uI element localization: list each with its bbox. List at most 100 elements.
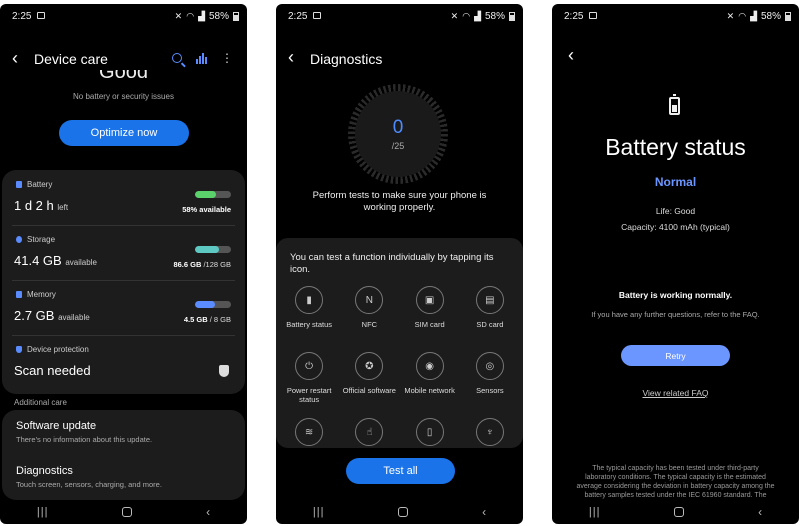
back-arrow-icon[interactable]: ‹: [12, 48, 18, 69]
protection-label: Device protection: [27, 345, 89, 354]
tests-grid: ▮ Battery status N NFC ▣ SIM card ▤ SD card ⏻ Pow…: [279, 286, 520, 448]
navigation-bar: ||| ‹: [0, 500, 247, 524]
battery-icon: [16, 181, 22, 188]
capacity-footnote: The typical capacity has been tested und…: [576, 465, 775, 499]
navigation-bar: ||| ‹: [276, 500, 523, 524]
power-icon: ⏻: [295, 352, 324, 380]
protection-status: Scan needed: [14, 363, 91, 378]
battery-working-message: Battery is working normally.: [618, 290, 733, 300]
battery-status-screen: 2:25 ✕ ◠ ▟ 58% ‹ Battery status Normal L…: [552, 4, 799, 524]
storage-item[interactable]: Storage 41.4 GB available 86.6 GB /128 G…: [2, 225, 245, 280]
test-item[interactable]: ◎ Sensors: [460, 352, 520, 412]
optimize-now-button[interactable]: Optimize now: [59, 120, 189, 146]
back-arrow-icon[interactable]: ‹: [288, 47, 294, 68]
test-item[interactable]: ☝: [339, 418, 399, 448]
status-battery-percent: 58%: [484, 11, 505, 22]
status-battery-icon: [785, 12, 791, 21]
storage-total: /128 GB: [203, 260, 231, 269]
device-protection-item[interactable]: Device protection Scan needed: [2, 335, 245, 390]
test-item[interactable]: ♆: [460, 418, 520, 448]
mute-icon: ✕: [726, 11, 735, 21]
antenna-icon: ◉: [415, 352, 444, 380]
test-item[interactable]: ✪ Official software: [339, 352, 399, 412]
tests-total: /25: [391, 141, 405, 151]
storage-level-bar: [195, 246, 231, 253]
storage-level-fill: [195, 246, 220, 253]
search-icon[interactable]: [172, 53, 182, 63]
image-notification-icon: [589, 12, 597, 19]
flashlight-icon: ♆: [475, 418, 504, 446]
test-label: Battery status: [286, 320, 333, 329]
page-title: Battery status: [605, 134, 746, 160]
software-update-subtitle: There's no information about this update…: [16, 435, 153, 444]
recent-apps-icon[interactable]: |||: [37, 506, 49, 518]
app-bar: ‹ Device care ⋮: [12, 48, 237, 69]
status-bar: 2:25 ✕ ◠ ▟ 58%: [552, 4, 799, 26]
diagnostics-item[interactable]: Diagnostics Touch screen, sensors, charg…: [16, 465, 162, 489]
status-battery-icon: [509, 12, 515, 21]
test-label: SIM card: [414, 320, 445, 329]
device-care-screen: 2:25 ✕ ◠ ▟ 58% ‹ Device care ⋮ Good No b…: [0, 4, 247, 524]
home-icon[interactable]: [674, 507, 685, 517]
back-icon[interactable]: ‹: [206, 505, 210, 519]
battery-available-text: 58% available: [182, 205, 231, 214]
test-item[interactable]: ▯: [400, 418, 460, 448]
stats-icon[interactable]: [196, 52, 207, 64]
signal-icon: ▟: [474, 11, 481, 21]
mute-icon: ✕: [174, 11, 183, 21]
image-notification-icon: [313, 12, 321, 19]
nfc-icon: N: [355, 286, 384, 314]
additional-care-card: Software update There's no information a…: [2, 410, 245, 500]
badge-icon: ✪: [355, 352, 384, 380]
diagnostics-subtitle: Touch screen, sensors, charging, and mor…: [16, 480, 162, 489]
test-label: SD card: [476, 320, 504, 329]
status-battery-percent: 58%: [208, 11, 229, 22]
vibration-icon: ≋: [295, 418, 324, 446]
test-item[interactable]: ◉ Mobile network: [400, 352, 460, 412]
test-item[interactable]: ≋: [279, 418, 339, 448]
diagnostics-description: Perform tests to make sure your phone is…: [312, 190, 487, 213]
back-icon[interactable]: ‹: [482, 505, 486, 519]
status-battery-icon: [233, 12, 239, 21]
home-icon[interactable]: [398, 507, 409, 517]
memory-used: 4.5 GB: [183, 315, 208, 324]
storage-available: 41.4 GB: [14, 253, 62, 268]
memory-level-fill: [195, 301, 216, 308]
wifi-icon: ◠: [462, 11, 471, 21]
test-item[interactable]: ▮ Battery status: [279, 286, 339, 346]
more-options-icon[interactable]: ⋮: [221, 51, 233, 65]
back-arrow-icon[interactable]: ‹: [568, 45, 574, 66]
progress-ring: 0 /25: [348, 84, 448, 184]
battery-unit: left: [57, 203, 69, 212]
battery-item[interactable]: Battery 1 d 2 h left 58% available: [2, 170, 245, 225]
test-item[interactable]: ⏻ Power restart status: [279, 352, 339, 412]
test-item[interactable]: ▤ SD card: [460, 286, 520, 346]
test-label: Mobile network: [404, 386, 455, 395]
view-faq-link[interactable]: View related FAQ: [552, 388, 799, 398]
signal-icon: ▟: [750, 11, 757, 21]
recent-apps-icon[interactable]: |||: [313, 506, 325, 518]
test-all-button[interactable]: Test all: [346, 458, 455, 484]
recent-apps-icon[interactable]: |||: [589, 506, 601, 518]
shield-icon: [219, 365, 229, 377]
page-title: Device care: [34, 51, 108, 67]
memory-total: / 8 GB: [209, 315, 231, 324]
memory-level-bar: [195, 301, 231, 308]
battery-level-fill: [195, 191, 216, 198]
test-item[interactable]: N NFC: [339, 286, 399, 346]
battery-life: Life: Good: [655, 206, 696, 216]
care-items-card: Battery 1 d 2 h left 58% available Stora…: [2, 170, 245, 394]
wifi-icon: ◠: [738, 11, 747, 21]
test-label: NFC: [361, 320, 378, 329]
memory-item[interactable]: Memory 2.7 GB available 4.5 GB / 8 GB: [2, 280, 245, 335]
back-icon[interactable]: ‹: [758, 505, 762, 519]
test-item[interactable]: ▣ SIM card: [400, 286, 460, 346]
status-time: 2:25: [288, 11, 308, 22]
retry-button[interactable]: Retry: [621, 345, 730, 366]
storage-unit: available: [65, 258, 97, 267]
storage-used: 86.6 GB: [173, 260, 202, 269]
home-icon[interactable]: [122, 507, 133, 517]
protection-icon: [16, 346, 22, 353]
software-update-item[interactable]: Software update There's no information a…: [16, 420, 152, 444]
faq-hint: If you have any further questions, refer…: [591, 310, 760, 319]
